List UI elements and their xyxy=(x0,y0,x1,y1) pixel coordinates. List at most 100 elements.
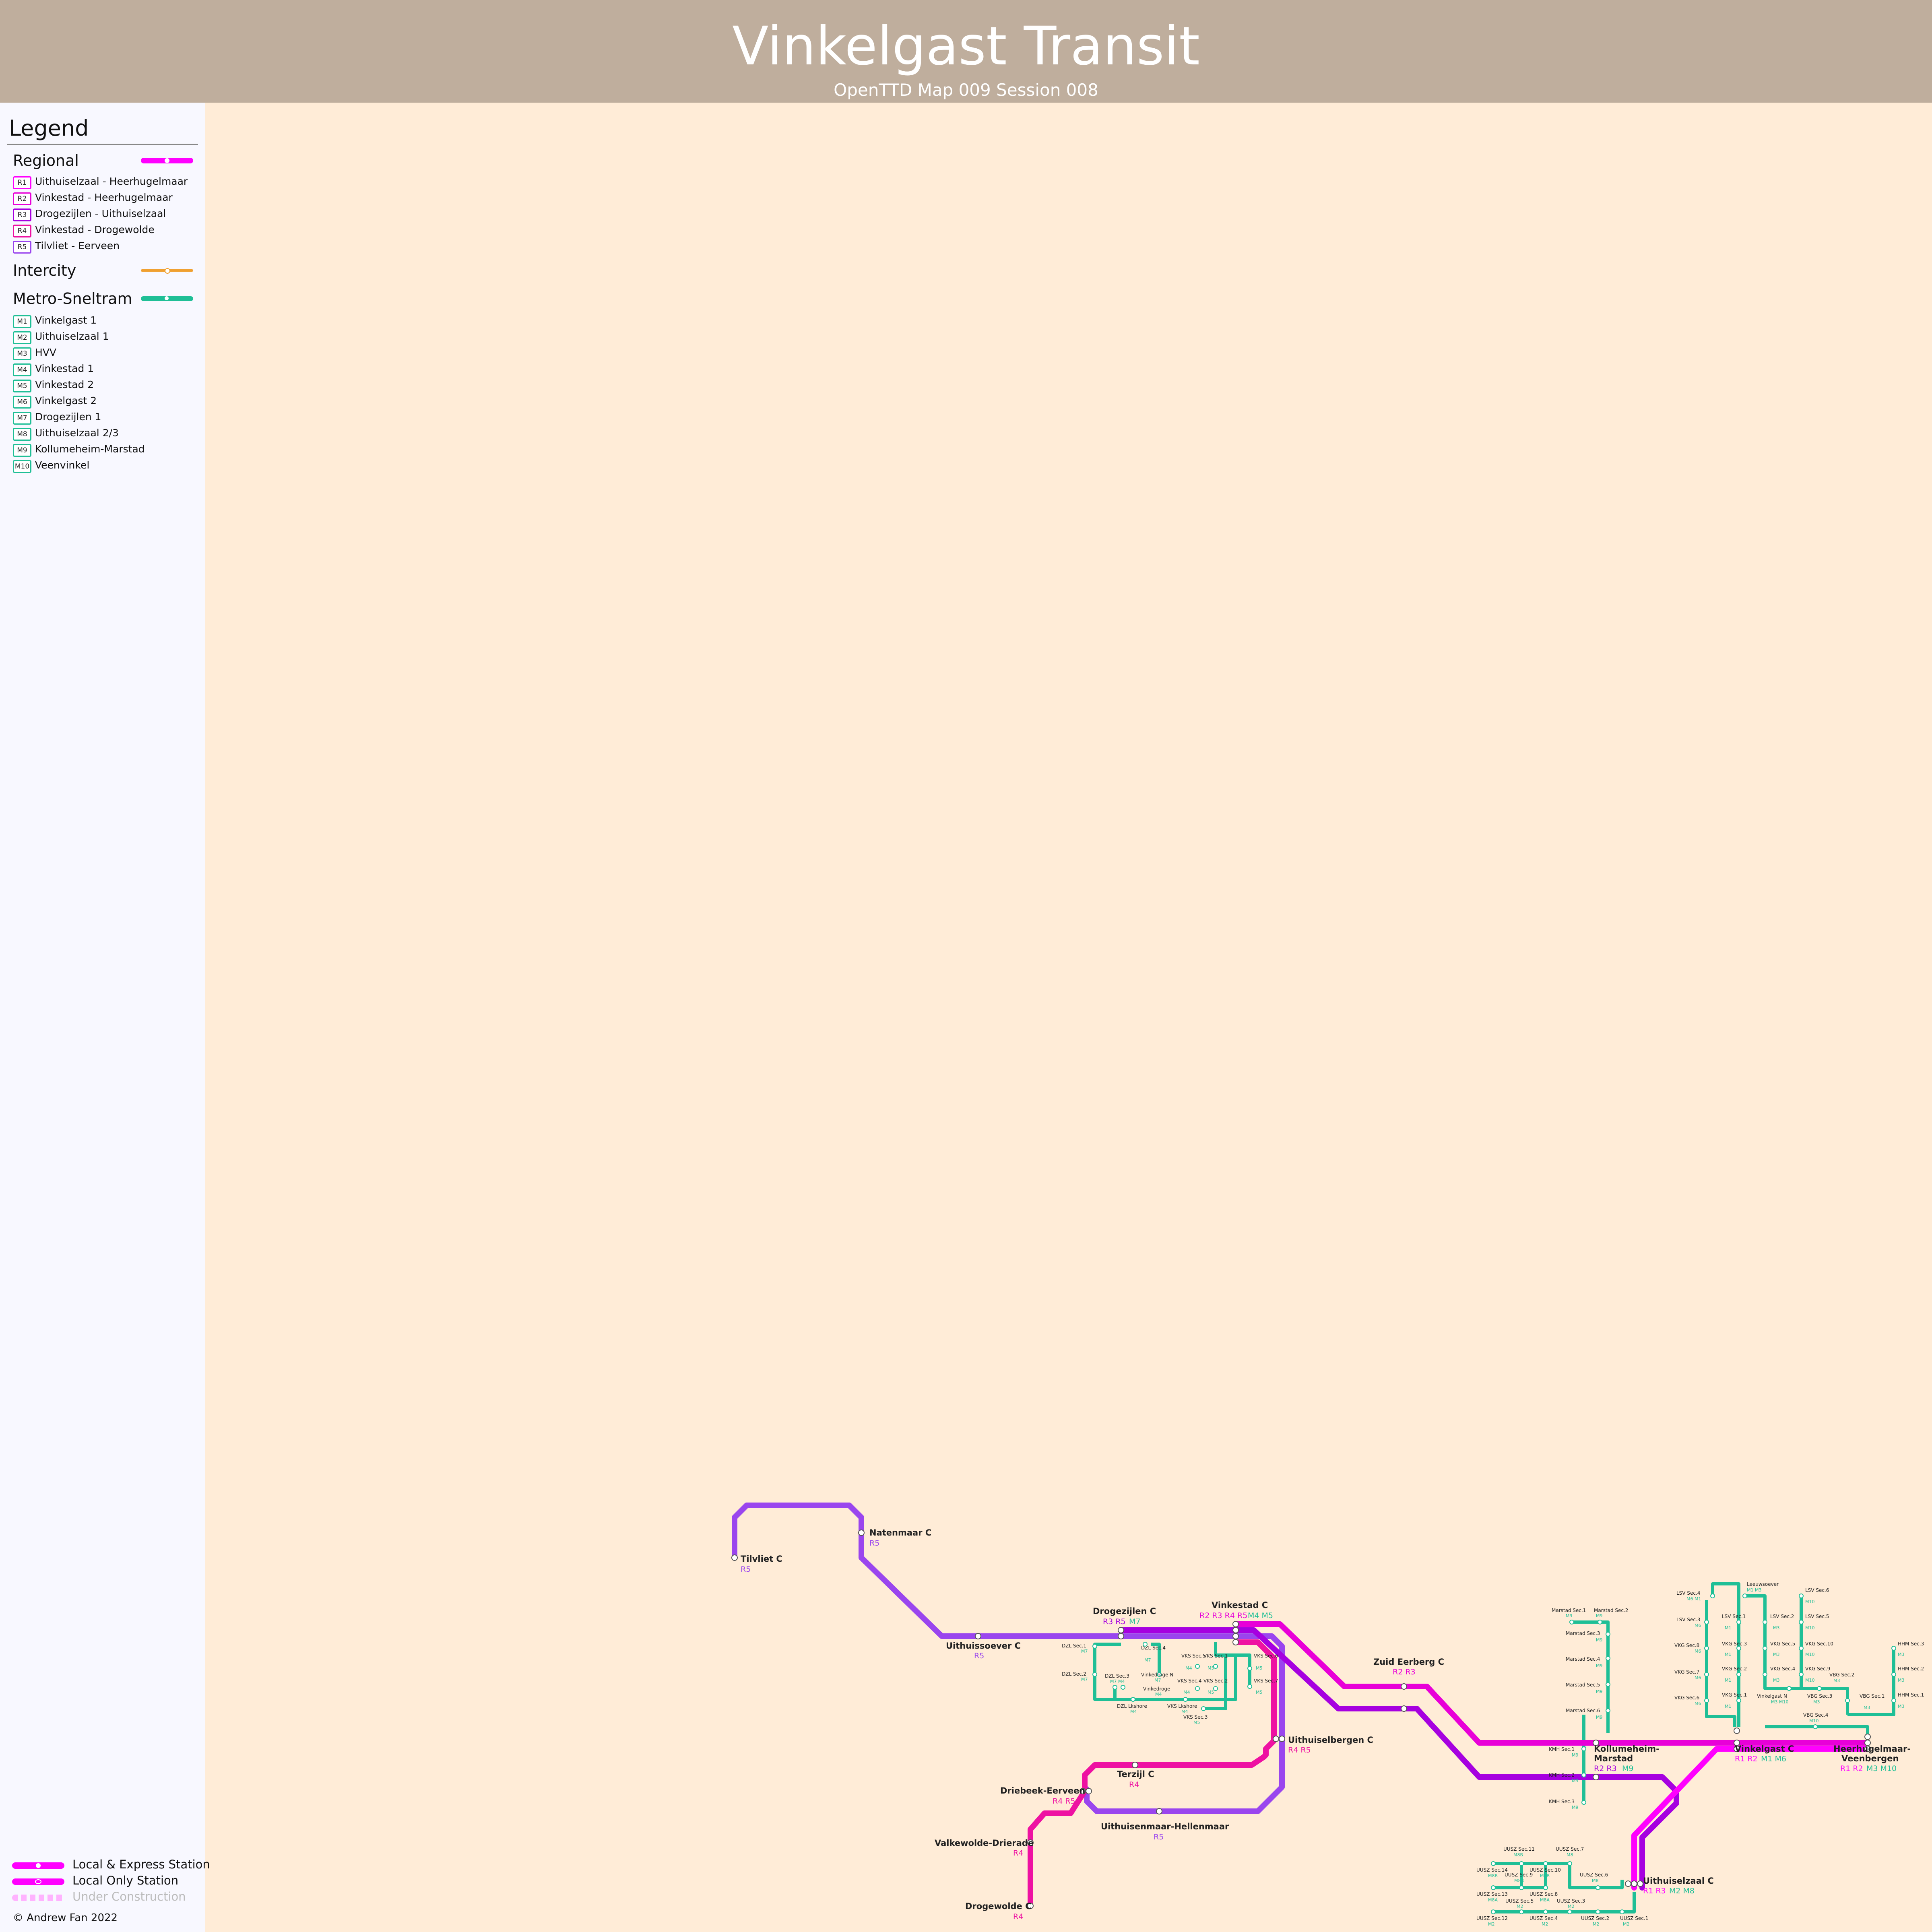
station-dot-uithuiselbergen[interactable] xyxy=(1273,1736,1279,1742)
station-dot-driebeek-2[interactable] xyxy=(1086,1788,1092,1794)
metro-dot[interactable] xyxy=(1543,1885,1548,1890)
metro-dot[interactable] xyxy=(1710,1593,1715,1598)
metro-dot[interactable] xyxy=(1799,1593,1804,1598)
metro-dot[interactable] xyxy=(1519,1885,1524,1890)
metro-dot[interactable] xyxy=(1704,1646,1709,1651)
metro-dot[interactable] xyxy=(1596,1885,1600,1890)
station-dot-uithuisenmaar[interactable] xyxy=(1156,1808,1162,1814)
metro-dot[interactable] xyxy=(1763,1672,1767,1677)
metro-dot[interactable] xyxy=(1519,1861,1524,1866)
station-dot-kollumeheim-2[interactable] xyxy=(1593,1774,1599,1780)
metro-dot[interactable] xyxy=(1213,1686,1218,1691)
metro-dot[interactable] xyxy=(1606,1656,1610,1661)
station-dot-uithuiselzaal-3[interactable] xyxy=(1637,1880,1643,1887)
metro-dot[interactable] xyxy=(1620,1909,1624,1914)
metro-dot[interactable] xyxy=(1799,1646,1804,1651)
metro-dot[interactable] xyxy=(1092,1644,1097,1649)
metro-label-line: M9 xyxy=(1596,1689,1603,1694)
metro-dot[interactable] xyxy=(1195,1664,1200,1669)
metro-dot[interactable] xyxy=(1543,1909,1548,1914)
metro-dot[interactable] xyxy=(1596,1909,1600,1914)
metro-dot[interactable] xyxy=(1598,1620,1602,1624)
station-dot-uithuiselbergen-2[interactable] xyxy=(1279,1736,1285,1742)
metro-line-m3-veenbergen[interactable] xyxy=(1847,1646,1895,1716)
metro-line-m5b[interactable] xyxy=(1226,1653,1251,1686)
metro-dot[interactable] xyxy=(1113,1685,1117,1690)
metro-dot[interactable] xyxy=(1799,1672,1804,1677)
metro-dot[interactable] xyxy=(1736,1698,1741,1703)
metro-dot[interactable] xyxy=(1183,1697,1188,1702)
metro-dot[interactable] xyxy=(1813,1724,1818,1729)
station-dot-vinkestad-3[interactable] xyxy=(1232,1633,1239,1639)
metro-label: VKG Sec.3 xyxy=(1722,1641,1747,1647)
metro-dot[interactable] xyxy=(1131,1697,1135,1702)
station-dot-drogezijlen-2[interactable] xyxy=(1118,1633,1124,1639)
metro-dot[interactable] xyxy=(1092,1672,1097,1677)
metro-dot[interactable] xyxy=(1799,1620,1804,1624)
metro-dot[interactable] xyxy=(1201,1706,1206,1711)
metro-dot[interactable] xyxy=(1491,1885,1496,1890)
metro-dot[interactable] xyxy=(1742,1593,1747,1598)
metro-dot[interactable] xyxy=(1763,1646,1767,1651)
station-dot-tilvliet[interactable] xyxy=(731,1554,738,1561)
station-dot-zuid-eerberg[interactable] xyxy=(1401,1683,1407,1690)
station-dot-natenmaar[interactable] xyxy=(858,1530,865,1536)
metro-dot[interactable] xyxy=(1704,1698,1709,1703)
metro-line-m7[interactable] xyxy=(1093,1643,1121,1701)
station-dot-vinkelgast[interactable] xyxy=(1734,1728,1740,1734)
metro-dot[interactable] xyxy=(1736,1620,1741,1624)
regional-line-r1[interactable] xyxy=(1631,1746,1870,1891)
station-label-tilvliet: Tilvliet C xyxy=(741,1554,782,1564)
metro-dot[interactable] xyxy=(1891,1672,1896,1677)
metro-dot[interactable] xyxy=(1195,1686,1200,1691)
metro-dot[interactable] xyxy=(1567,1909,1572,1914)
metro-label: UUSZ Sec.13 xyxy=(1476,1891,1508,1897)
metro-label: LSV Sec.4 xyxy=(1676,1590,1700,1596)
station-dot-heerhugelmaar[interactable] xyxy=(1864,1734,1871,1740)
metro-dot[interactable] xyxy=(1704,1620,1709,1624)
metro-dot[interactable] xyxy=(1543,1861,1548,1866)
metro-dot[interactable] xyxy=(1891,1646,1896,1651)
metro-dot[interactable] xyxy=(1736,1672,1741,1677)
metro-dot[interactable] xyxy=(1817,1686,1822,1691)
metro-label-line: M3 xyxy=(1864,1705,1870,1710)
metro-dot[interactable] xyxy=(1213,1664,1218,1669)
metro-dot[interactable] xyxy=(1606,1632,1610,1637)
metro-label: KMH Sec.2 xyxy=(1549,1772,1575,1778)
station-dot-terzijl[interactable] xyxy=(1132,1762,1138,1768)
metro-line-m9[interactable] xyxy=(1572,1620,1610,1733)
metro-dot[interactable] xyxy=(1519,1909,1524,1914)
station-dot-uithuiselzaal-2[interactable] xyxy=(1631,1880,1637,1887)
metro-dot[interactable] xyxy=(1569,1620,1574,1624)
metro-dot[interactable] xyxy=(1247,1684,1252,1689)
metro-dot[interactable] xyxy=(1581,1746,1586,1751)
station-dot-vinkestad-2[interactable] xyxy=(1232,1627,1239,1633)
station-dot-drogezijlen[interactable] xyxy=(1118,1627,1124,1633)
metro-dot[interactable] xyxy=(1787,1686,1792,1691)
metro-dot[interactable] xyxy=(1121,1685,1125,1690)
metro-dot[interactable] xyxy=(1736,1646,1741,1651)
metro-dot[interactable] xyxy=(1606,1682,1610,1687)
metro-dot[interactable] xyxy=(1491,1909,1496,1914)
metro-dot[interactable] xyxy=(1763,1620,1767,1624)
metro-dot[interactable] xyxy=(1567,1861,1572,1866)
metro-label: DZL Lkshore xyxy=(1117,1703,1147,1709)
metro-label: LSV Sec.5 xyxy=(1805,1614,1829,1619)
station-dot-uithuiselzaal[interactable] xyxy=(1625,1880,1631,1887)
metro-dot[interactable] xyxy=(1891,1698,1896,1703)
station-dot-vinkestad-4[interactable] xyxy=(1232,1639,1239,1645)
metro-dot[interactable] xyxy=(1606,1708,1610,1713)
metro-dot[interactable] xyxy=(1704,1672,1709,1677)
metro-dot[interactable] xyxy=(1247,1666,1252,1671)
metro-dot[interactable] xyxy=(1491,1861,1496,1866)
metro-dot[interactable] xyxy=(1581,1773,1586,1777)
metro-label: UUSZ Sec.6 xyxy=(1580,1872,1608,1878)
station-dot-uithuissoever[interactable] xyxy=(975,1633,981,1639)
metro-dot[interactable] xyxy=(1845,1698,1850,1703)
metro-label: VKG Sec.10 xyxy=(1805,1641,1833,1647)
metro-line-m4[interactable] xyxy=(1115,1642,1237,1701)
metro-label: UUSZ Sec.8 xyxy=(1530,1891,1558,1897)
station-dot-zuid-eerberg-2[interactable] xyxy=(1401,1705,1407,1712)
station-dot-vinkestad[interactable] xyxy=(1232,1621,1239,1627)
metro-dot[interactable] xyxy=(1581,1800,1586,1805)
